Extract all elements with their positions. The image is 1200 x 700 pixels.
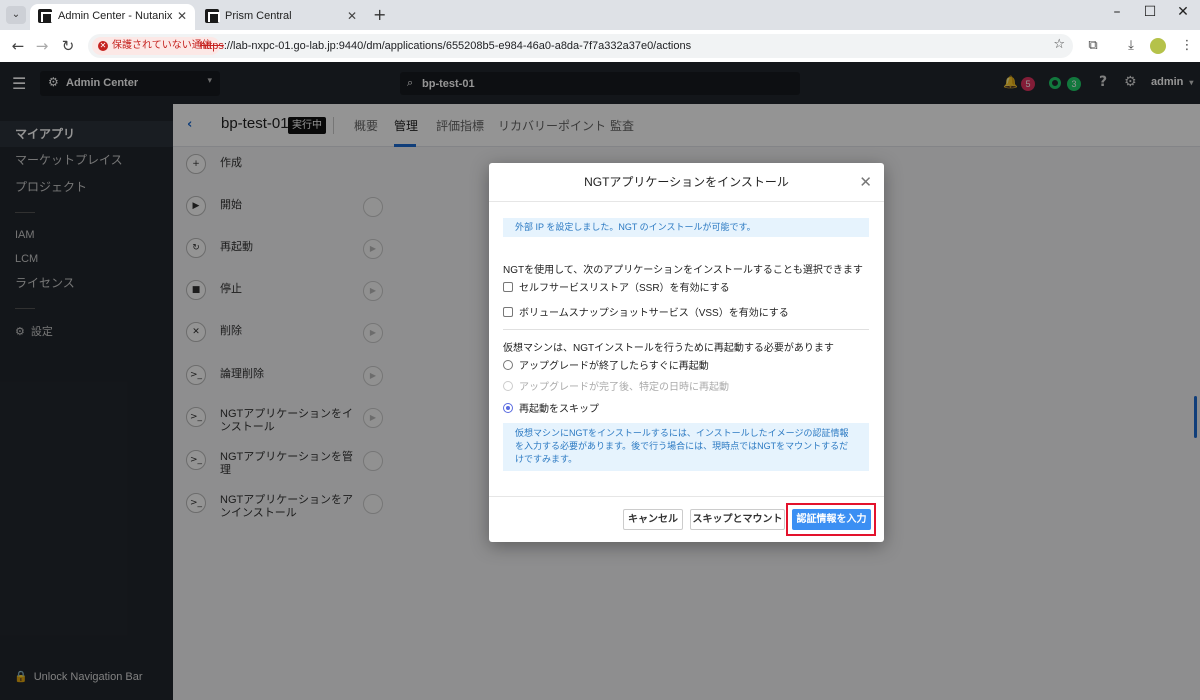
browser-tab-prism-central[interactable]: Prism Central ✕ bbox=[197, 4, 365, 30]
warning-icon: ✕ bbox=[98, 41, 108, 51]
nutanix-favicon-icon bbox=[38, 9, 53, 23]
checkbox-label: セルフサービスリストア（SSR）を有効にする bbox=[519, 283, 730, 294]
download-icon[interactable]: ⤓ bbox=[1122, 38, 1140, 53]
close-icon[interactable]: ✕ bbox=[859, 173, 872, 191]
url-scheme: https bbox=[200, 40, 224, 52]
browser-tab-admin-center[interactable]: Admin Center - Nutanix ✕ bbox=[30, 4, 195, 30]
url-path: ://lab-nxpc-01.go-lab.jp:9440/dm/applica… bbox=[223, 40, 692, 52]
credentials-note: 仮想マシンにNGTをインストールするには、インストールしたイメージの認証情報を入… bbox=[503, 423, 869, 471]
extensions-icon[interactable]: ⧉ bbox=[1084, 38, 1102, 53]
browser-toolbar: ← → ↻ ✕ 保護されていない通信 https://lab-nxpc-01.g… bbox=[0, 30, 1200, 62]
annotation-highlight-box bbox=[786, 503, 876, 536]
security-chip-label: 保護されていない通信 bbox=[112, 40, 212, 51]
maximize-button[interactable]: ☐ bbox=[1135, 4, 1165, 20]
bookmark-star-icon[interactable]: ☆ bbox=[1053, 37, 1065, 52]
tab-search-button[interactable]: ⌄ bbox=[6, 6, 26, 24]
radio-label: 再起動をスキップ bbox=[519, 404, 599, 415]
dialog-title: NGTアプリケーションをインストール bbox=[489, 163, 884, 202]
skip-reboot-option[interactable]: 再起動をスキップ bbox=[503, 400, 599, 415]
reboot-now-radio[interactable] bbox=[503, 360, 513, 370]
ssr-checkbox-option[interactable]: セルフサービスリストア（SSR）を有効にする bbox=[503, 279, 730, 294]
divider bbox=[503, 329, 869, 330]
info-banner: 外部 IP を設定しました。NGT のインストールが可能です。 bbox=[503, 218, 869, 237]
vss-checkbox-option[interactable]: ボリュームスナップショットサービス（VSS）を有効にする bbox=[503, 304, 789, 319]
browser-tab-title: Admin Center - Nutanix bbox=[58, 10, 173, 22]
back-arrow-icon[interactable]: ← bbox=[8, 37, 28, 55]
ngt-install-dialog: NGTアプリケーションをインストール ✕ 外部 IP を設定しました。NGT の… bbox=[489, 163, 884, 542]
radio-label: アップグレードが終了したらすぐに再起動 bbox=[519, 361, 709, 372]
divider bbox=[489, 496, 884, 497]
skip-and-mount-button[interactable]: スキップとマウント bbox=[690, 509, 785, 530]
skip-reboot-radio[interactable] bbox=[503, 403, 513, 413]
address-bar[interactable]: ✕ 保護されていない通信 https://lab-nxpc-01.go-lab.… bbox=[88, 34, 1073, 58]
forward-arrow-icon[interactable]: → bbox=[32, 37, 52, 55]
tab-close-icon[interactable]: ✕ bbox=[347, 4, 357, 28]
browser-tabstrip: ⌄ Admin Center - Nutanix ✕ Prism Central… bbox=[0, 0, 1200, 30]
profile-avatar[interactable] bbox=[1150, 38, 1166, 54]
minimize-button[interactable]: – bbox=[1102, 4, 1132, 20]
reload-icon[interactable]: ↻ bbox=[58, 37, 78, 55]
tab-close-icon[interactable]: ✕ bbox=[177, 4, 187, 28]
new-tab-button[interactable]: + bbox=[373, 5, 386, 24]
close-window-button[interactable]: ✕ bbox=[1168, 4, 1198, 20]
reboot-scheduled-radio bbox=[503, 381, 513, 391]
reboot-now-option[interactable]: アップグレードが終了したらすぐに再起動 bbox=[503, 357, 709, 372]
cancel-button[interactable]: キャンセル bbox=[623, 509, 683, 530]
options-heading: NGTを使用して、次のアプリケーションをインストールすることも選択できます bbox=[503, 265, 863, 276]
reboot-scheduled-option: アップグレードが完了後、特定の日時に再起動 bbox=[503, 378, 729, 393]
browser-menu-icon[interactable]: ⋮ bbox=[1178, 38, 1196, 53]
ssr-checkbox[interactable] bbox=[503, 282, 513, 292]
vss-checkbox[interactable] bbox=[503, 307, 513, 317]
url-text[interactable]: https://lab-nxpc-01.go-lab.jp:9440/dm/ap… bbox=[200, 34, 691, 58]
checkbox-label: ボリュームスナップショットサービス（VSS）を有効にする bbox=[519, 308, 789, 319]
browser-tab-title: Prism Central bbox=[225, 10, 292, 22]
radio-label: アップグレードが完了後、特定の日時に再起動 bbox=[519, 382, 729, 393]
reboot-heading: 仮想マシンは、NGTインストールを行うために再起動する必要があります bbox=[503, 343, 834, 354]
nutanix-favicon-icon bbox=[205, 9, 220, 23]
